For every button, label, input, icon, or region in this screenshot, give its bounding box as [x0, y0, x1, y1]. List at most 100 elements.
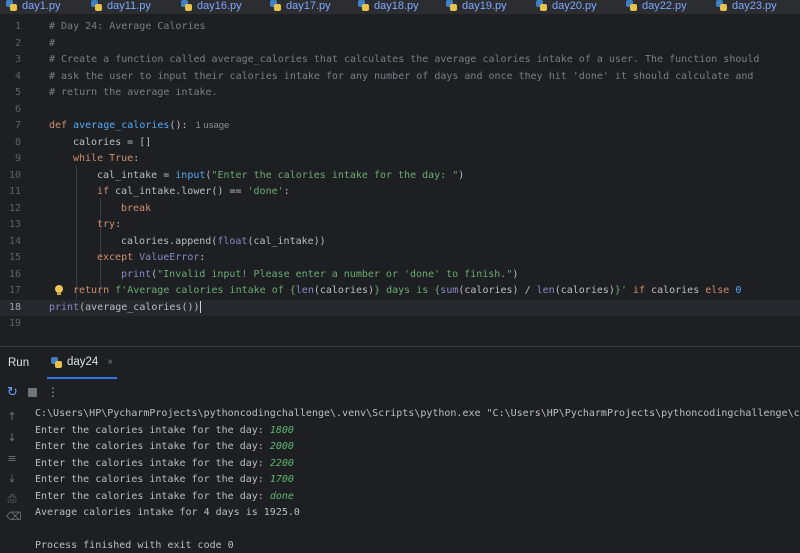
- tab-label: day19.py: [462, 0, 507, 12]
- code-text: (calories) /: [458, 285, 537, 296]
- python-file-icon: [716, 0, 727, 11]
- code-text: (calories): [313, 285, 375, 296]
- code-line: 4 # ask the user to input their calories …: [0, 69, 800, 86]
- tab-label: day22.py: [642, 0, 687, 12]
- tab-day16[interactable]: day16.py: [181, 0, 242, 14]
- tab-day20[interactable]: day20.py: [536, 0, 597, 14]
- code-line: 7 def average_calories(): 1 usage: [0, 118, 800, 135]
- stop-icon[interactable]: [27, 387, 37, 397]
- text-cursor: [199, 300, 201, 313]
- string-literal: f'Average calories intake of {: [115, 285, 296, 296]
- print-icon[interactable]: ⎙: [6, 493, 18, 505]
- tab-label: day17.py: [286, 0, 331, 12]
- line-number: 7: [14, 120, 21, 131]
- code-text: ():: [169, 120, 188, 131]
- more-options-icon[interactable]: ⋮: [47, 385, 59, 399]
- code-text: (calories): [554, 285, 615, 296]
- code-line: 1 # Day 24: Average Calories: [0, 19, 800, 36]
- python-file-icon: [6, 0, 17, 11]
- line-number: 12: [8, 202, 21, 214]
- string-literal: 'done': [247, 186, 284, 197]
- tab-label: day23.py: [732, 0, 777, 12]
- code-text: # Create a function called average_calor…: [49, 54, 760, 65]
- console-text: Enter the calories intake for the day:: [35, 490, 270, 502]
- code-text: cal_intake =: [97, 169, 176, 181]
- builtin-call: print: [121, 268, 152, 280]
- line-number: 19: [8, 318, 21, 329]
- console-line: C:\Users\HP\PycharmProjects\pythoncoding…: [35, 406, 800, 423]
- console-line: Enter the calories intake for the day: d…: [35, 489, 800, 506]
- code-text: :: [115, 219, 122, 230]
- code-editor[interactable]: 1 # Day 24: Average Calories 2 # 3 # Create…: [0, 14, 800, 346]
- tab-day19[interactable]: day19.py: [446, 0, 507, 14]
- exception-class: ValueError: [139, 252, 200, 263]
- tab-day17[interactable]: day17.py: [270, 0, 331, 14]
- line-number: 18: [8, 301, 21, 313]
- rerun-icon[interactable]: ↻: [7, 385, 18, 400]
- tab-day18[interactable]: day18.py: [358, 0, 419, 14]
- usage-hint[interactable]: 1 usage: [195, 120, 229, 131]
- run-tab-label: day24: [67, 356, 99, 368]
- tab-day23[interactable]: day23.py: [716, 0, 777, 14]
- tab-day22[interactable]: day22.py: [626, 0, 687, 14]
- line-number: 14: [8, 235, 21, 247]
- code-line: 8 calories = []: [0, 135, 800, 152]
- console-line: Process finished with exit code 0: [35, 538, 800, 553]
- string-literal: "Enter the calories intake for the day: …: [211, 169, 459, 181]
- keyword: def: [49, 120, 74, 131]
- console-text: C:\Users\HP\PycharmProjects\pythoncoding…: [35, 408, 800, 419]
- line-number: 8: [14, 136, 21, 148]
- builtin-call: print: [49, 301, 80, 313]
- code-text: calories.append(: [121, 235, 218, 247]
- tab-label: day18.py: [374, 0, 419, 12]
- code-line: 19: [0, 316, 800, 333]
- code-line: 6: [0, 102, 800, 119]
- code-text: (cal_intake)): [247, 235, 326, 247]
- run-tab-day24[interactable]: day24 ×: [47, 347, 118, 379]
- builtin-call: len: [295, 285, 314, 296]
- code-line: 16 print("Invalid input! Please enter a n…: [0, 267, 800, 284]
- keyword: if: [626, 285, 652, 296]
- console-line: Enter the calories intake for the day: 2…: [35, 439, 800, 456]
- scroll-to-end-icon[interactable]: ⤓: [6, 473, 18, 485]
- console-user-input: done: [269, 490, 294, 502]
- line-number: 16: [8, 268, 21, 280]
- line-number: 17: [8, 285, 21, 296]
- string-literal: } days is {: [374, 285, 441, 296]
- number-literal: 0: [735, 285, 742, 296]
- python-file-icon: [270, 0, 281, 11]
- python-file-icon: [91, 0, 102, 11]
- tab-day1[interactable]: day1.py: [6, 0, 61, 14]
- code-line: 15 except ValueError:: [0, 250, 800, 267]
- line-number: 4: [14, 70, 21, 82]
- code-text: :: [199, 252, 206, 263]
- line-number: 11: [8, 186, 21, 197]
- line-number: 2: [14, 37, 21, 49]
- code-line: 9 while True:: [0, 151, 800, 168]
- code-line: 5 # return the average intake.: [0, 85, 800, 102]
- arrow-up-icon[interactable]: ↑: [6, 411, 18, 423]
- code-text: ): [512, 268, 519, 280]
- function-name: average_calories: [73, 120, 170, 131]
- builtin-call: float: [217, 235, 248, 247]
- console-line: Enter the calories intake for the day: 2…: [35, 456, 800, 473]
- tab-label: day16.py: [197, 0, 242, 12]
- python-file-icon: [536, 0, 547, 11]
- console-user-input: 2200: [269, 457, 294, 469]
- soft-wrap-icon[interactable]: ≡: [6, 453, 18, 465]
- line-number: 1: [14, 21, 21, 32]
- close-icon[interactable]: ×: [107, 357, 113, 368]
- tab-label: day11.py: [107, 0, 151, 12]
- trash-icon[interactable]: ⌫: [6, 511, 22, 523]
- string-literal: }': [614, 285, 627, 296]
- console-text: Process finished with exit code 0: [35, 540, 234, 551]
- code-line: 2 #: [0, 36, 800, 53]
- code-text: # return the average intake.: [49, 87, 218, 98]
- lightbulb-icon[interactable]: [55, 285, 63, 295]
- run-toolbar: ↻ ⋮: [0, 381, 800, 403]
- console-output[interactable]: C:\Users\HP\PycharmProjects\pythoncoding…: [35, 406, 800, 553]
- tab-day11[interactable]: day11.py: [91, 0, 151, 14]
- line-number: 5: [14, 87, 21, 98]
- arrow-down-icon[interactable]: ↓: [6, 432, 18, 444]
